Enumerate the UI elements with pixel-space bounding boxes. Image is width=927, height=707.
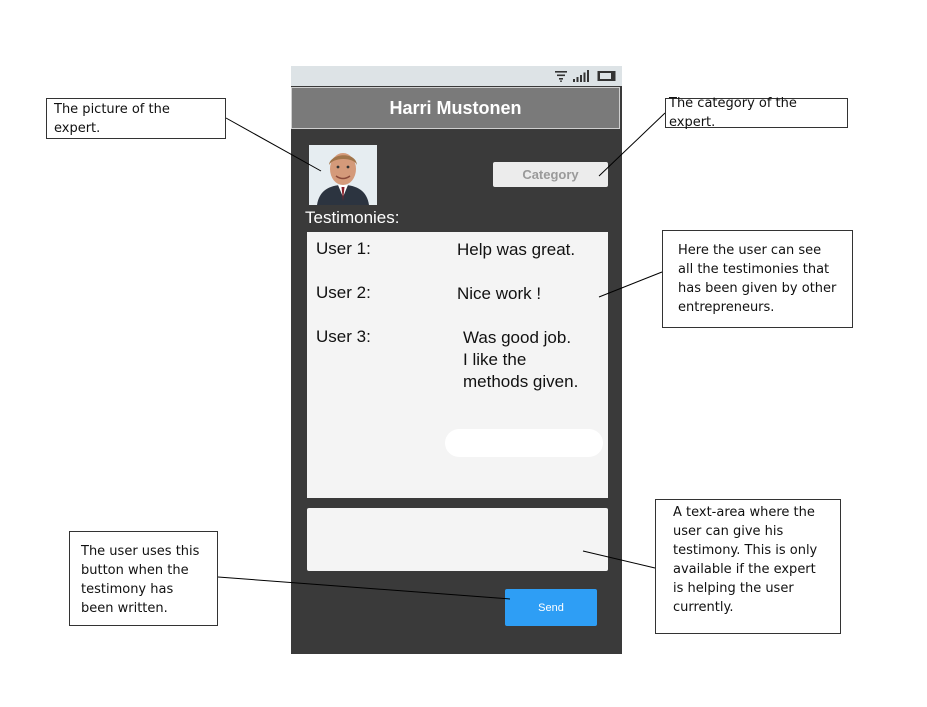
testimony-list: User 1: Help was great. User 2: Nice wor… (307, 232, 608, 498)
blank-patch (445, 429, 603, 457)
testimony-text: Was good job. I like the methods given. (463, 328, 579, 391)
phone-mockup: Harri Mustonen Category Testimonies: Use… (291, 66, 622, 654)
annotation-textarea: A text-area where the user can give his … (655, 499, 841, 634)
testimony-text: Help was great. (457, 240, 576, 259)
testimonies-heading: Testimonies: (305, 208, 400, 227)
battery-icon (597, 71, 616, 81)
testimony-user: User 3: (316, 327, 371, 346)
annotation-send: The user uses this button when the testi… (69, 531, 218, 626)
annotation-testimonies: Here the user can see all the testimonie… (662, 230, 853, 328)
send-button[interactable]: Send (505, 589, 597, 626)
annotation-picture: The picture of the expert. (46, 98, 226, 139)
testimony-user: User 2: (316, 283, 371, 302)
expert-photo (309, 145, 377, 205)
expert-name-title: Harri Mustonen (291, 87, 620, 129)
category-button[interactable]: Category (493, 162, 608, 187)
testimony-text: Nice work ! (457, 284, 542, 303)
signal-icon (573, 70, 589, 82)
testimony-user: User 1: (316, 239, 371, 258)
testimony-textarea[interactable] (307, 508, 608, 571)
annotation-category: The category of the expert. (665, 96, 848, 130)
status-bar (291, 66, 622, 86)
wifi-icon (555, 71, 567, 82)
